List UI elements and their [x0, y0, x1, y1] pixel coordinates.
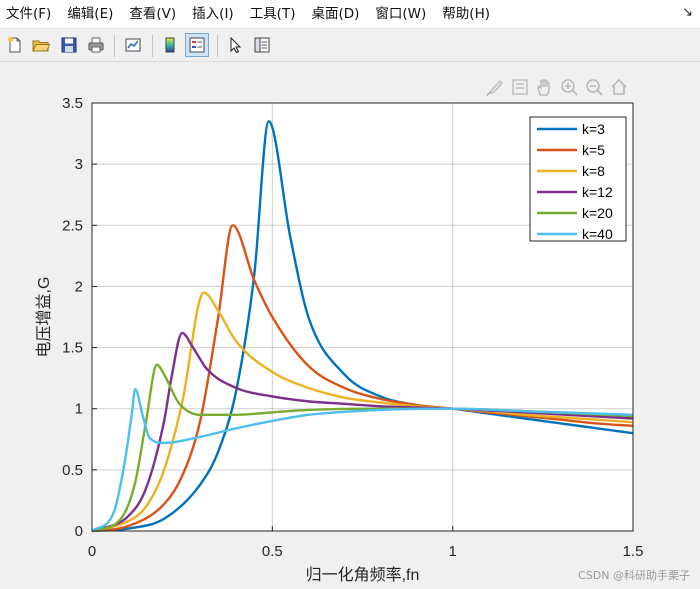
axes-toolbar	[486, 78, 627, 97]
brush-icon[interactable]	[486, 79, 503, 97]
menu-help[interactable]: 帮助(H)	[434, 0, 498, 29]
x-tick-label: 1.5	[623, 543, 644, 560]
colorbar-button[interactable]	[158, 33, 182, 57]
y-tick-label: 0.5	[62, 462, 83, 479]
legend-label: k=3	[582, 121, 605, 137]
menu-view[interactable]: 查看(V)	[121, 0, 184, 29]
menu-window[interactable]: 窗口(W)	[367, 0, 434, 29]
y-axis-label: 电压增益,G	[35, 277, 53, 358]
menu-file[interactable]: 文件(F)	[0, 0, 59, 29]
save-icon	[61, 37, 77, 53]
pan-icon[interactable]	[537, 79, 550, 96]
legend-label: k=40	[582, 226, 613, 242]
menu-insert[interactable]: 插入(I)	[184, 0, 242, 29]
print-button[interactable]	[84, 33, 108, 57]
menu-bar: 文件(F) 编辑(E) 查看(V) 插入(I) 工具(T) 桌面(D) 窗口(W…	[0, 0, 700, 29]
link-plot-icon	[125, 38, 141, 52]
x-tick-label: 0.5	[262, 543, 283, 560]
legend-label: k=5	[582, 142, 605, 158]
legend-button[interactable]	[185, 33, 209, 57]
zoom-out-icon[interactable]	[586, 79, 603, 96]
figure-toolbar	[0, 30, 700, 62]
y-tick-label: 2.5	[62, 217, 83, 234]
x-axis-label: 归一化角频率,fn	[306, 566, 420, 584]
datatip-icon[interactable]	[512, 79, 528, 95]
pointer-button[interactable]	[223, 33, 247, 57]
y-tick-label: 1	[75, 401, 83, 418]
y-tick-label: 3.5	[62, 95, 83, 112]
toolbar-separator	[217, 35, 218, 57]
print-icon	[88, 37, 104, 53]
home-icon[interactable]	[611, 78, 627, 95]
toolbar-separator	[114, 35, 115, 57]
y-tick-label: 3	[75, 156, 83, 173]
link-plot-button[interactable]	[121, 33, 145, 57]
legend-label: k=8	[582, 163, 605, 179]
legend-label: k=20	[582, 205, 613, 221]
property-inspector-button[interactable]	[250, 33, 274, 57]
figure-canvas: 0 0.5 1 1.5 0 0.5 1 1.5 2 2.5 3 3.5 归一化角频率,fn 电压增益,G k…	[35, 78, 644, 584]
colorbar-icon	[165, 37, 175, 53]
y-tick-label: 1.5	[62, 340, 83, 357]
x-tick-label: 1	[448, 543, 456, 560]
menu-desktop[interactable]: 桌面(D)	[303, 0, 367, 29]
legend[interactable]: k=3 k=5 k=8 k=12 k=20 k=40	[529, 116, 627, 242]
menu-edit[interactable]: 编辑(E)	[59, 0, 121, 29]
dock-figure-icon[interactable]: ↘	[682, 5, 693, 20]
new-figure-icon	[8, 37, 21, 53]
toolbar-separator	[152, 35, 153, 57]
property-inspector-icon	[254, 37, 270, 53]
legend-icon	[189, 37, 205, 53]
legend-label: k=12	[582, 184, 613, 200]
pointer-icon	[230, 36, 242, 54]
y-tick-label: 2	[75, 278, 83, 295]
save-button[interactable]	[57, 33, 81, 57]
x-tick-label: 0	[88, 543, 96, 560]
legend-box	[529, 116, 627, 242]
open-file-button[interactable]	[29, 33, 53, 57]
zoom-in-icon[interactable]	[561, 79, 578, 96]
menu-tools[interactable]: 工具(T)	[242, 0, 304, 29]
new-figure-button[interactable]	[3, 33, 27, 57]
open-file-icon	[32, 40, 50, 52]
watermark: CSDN @科研助手栗子	[578, 569, 690, 582]
y-tick-label: 0	[75, 523, 83, 540]
